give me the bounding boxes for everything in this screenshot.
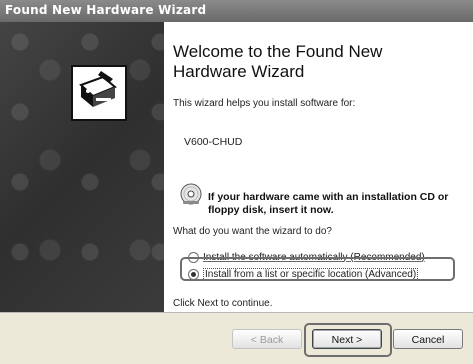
cd-icon xyxy=(179,182,203,206)
wizard-side-panel xyxy=(0,22,164,312)
wizard-window: Found New Hardware Wizard Welcome to the… xyxy=(0,0,473,364)
title-bar[interactable]: Found New Hardware Wizard xyxy=(0,0,473,22)
cancel-button[interactable]: Cancel xyxy=(393,329,463,349)
next-highlight-ring xyxy=(304,323,392,357)
button-bar: < Back Next > Cancel xyxy=(0,312,473,364)
options-question: What do you want the wizard to do? xyxy=(173,226,332,237)
window-title: Found New Hardware Wizard xyxy=(5,3,207,17)
cd-hint-text: If your hardware came with an installati… xyxy=(208,191,449,216)
page-title: Welcome to the Found New Hardware Wizard xyxy=(173,42,383,81)
back-button[interactable]: < Back xyxy=(232,329,302,349)
hardware-icon xyxy=(71,65,127,121)
option-highlight-ring xyxy=(180,257,455,281)
device-name: V600-CHUD xyxy=(184,136,243,148)
continue-instruction: Click Next to continue. xyxy=(173,298,273,309)
intro-text: This wizard helps you install software f… xyxy=(173,98,356,109)
